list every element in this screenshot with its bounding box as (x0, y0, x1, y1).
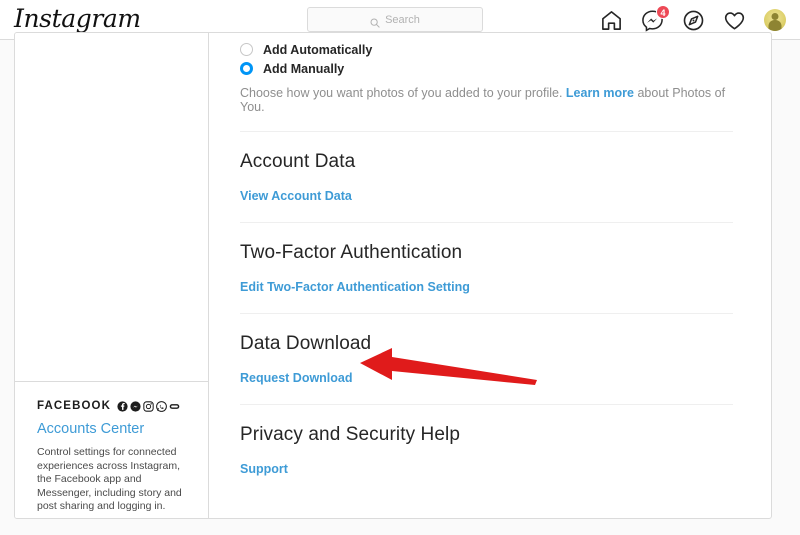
section-title-privacy-and-security-help: Privacy and Security Help (240, 424, 461, 445)
avatar[interactable] (764, 9, 786, 31)
divider (240, 404, 733, 405)
divider (240, 313, 733, 314)
settings-main-content: Add Automatically Add Manually Choose ho… (209, 33, 771, 518)
search-placeholder: Search (385, 13, 420, 26)
portal-icon (169, 403, 180, 409)
settings-sidebar: FACEBOOK Accounts Center Control setting… (15, 33, 209, 518)
instagram-logo[interactable]: Instagram (14, 4, 141, 33)
settings-card: FACEBOOK Accounts Center Control setting… (14, 32, 772, 519)
divider (240, 222, 733, 223)
search-icon (370, 15, 380, 28)
facebook-icon (117, 400, 128, 412)
facebook-brand-row: FACEBOOK (37, 400, 192, 412)
view-account-data-link[interactable]: View Account Data (240, 189, 352, 203)
facebook-wordmark: FACEBOOK (37, 400, 111, 412)
instagram-settings-page: Instagram Search 4 FACEBOOK Accounts Cen… (0, 0, 800, 535)
search-input[interactable]: Search (307, 7, 483, 32)
section-title-account-data: Account Data (240, 151, 356, 172)
learn-more-link[interactable]: Learn more (566, 86, 634, 100)
section-title-two-factor-authentication: Two-Factor Authentication (240, 242, 463, 263)
radio-option-add-manually[interactable]: Add Manually (240, 59, 733, 78)
accounts-center-description: Control settings for connected experienc… (37, 446, 182, 512)
messenger-icon (130, 400, 141, 412)
facebook-accounts-center-panel: FACEBOOK Accounts Center Control setting… (15, 381, 208, 514)
accounts-center-link[interactable]: Accounts Center (37, 421, 192, 437)
explore-icon[interactable] (682, 9, 705, 32)
request-download-link[interactable]: Request Download (240, 371, 353, 385)
photos-of-you-radio-group: Add Automatically Add Manually (240, 33, 733, 78)
radio-label-add-manually[interactable]: Add Manually (263, 62, 344, 76)
radio-button-selected[interactable] (240, 62, 253, 75)
instagram-icon (143, 400, 154, 412)
radio-option-add-automatically[interactable]: Add Automatically (240, 40, 733, 59)
section-title-data-download: Data Download (240, 333, 372, 354)
radio-label-add-automatically[interactable]: Add Automatically (263, 43, 372, 57)
photos-of-you-helper-text: Choose how you want photos of you added … (240, 86, 733, 114)
radio-button-unselected[interactable] (240, 43, 253, 56)
home-icon[interactable] (600, 9, 623, 32)
messenger-icon[interactable]: 4 (641, 4, 670, 32)
helper-text-before: Choose how you want photos of you added … (240, 86, 566, 100)
edit-two-factor-authentication-link[interactable]: Edit Two-Factor Authentication Setting (240, 280, 470, 294)
divider (240, 131, 733, 132)
whatsapp-icon (156, 400, 167, 412)
facebook-family-icons (117, 400, 180, 412)
heart-icon[interactable] (723, 9, 746, 32)
support-link[interactable]: Support (240, 462, 288, 476)
messenger-unread-badge: 4 (656, 4, 670, 19)
